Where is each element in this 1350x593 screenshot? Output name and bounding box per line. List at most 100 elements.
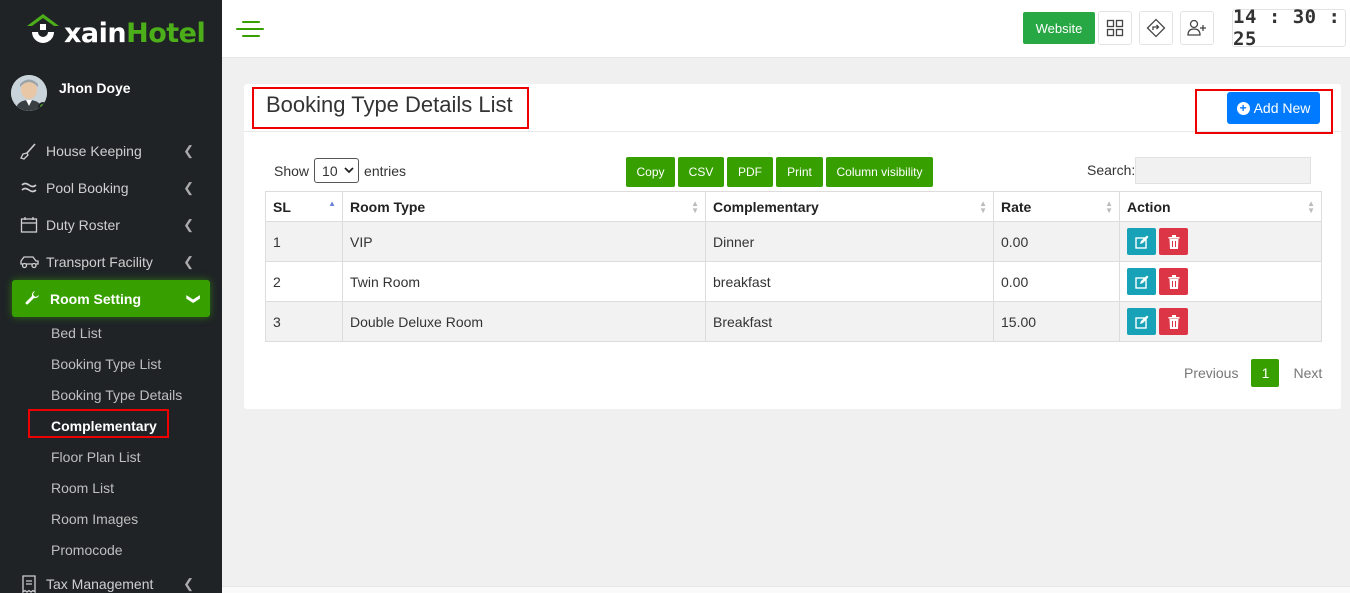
pdf-button[interactable]: PDF [727, 157, 773, 187]
sidebar-nav: House Keeping ❮ Pool Booking ❮ Duty Rost… [0, 132, 222, 593]
apps-grid-icon[interactable] [1098, 11, 1132, 45]
column-header-label: SL [273, 198, 291, 215]
sort-icon: ▲ ▼ [1105, 199, 1113, 215]
table-row: 1 VIP Dinner 0.00 [265, 221, 1322, 262]
room-setting-submenu: Bed List Booking Type List Booking Type … [0, 317, 222, 565]
cell-rate: 0.00 [993, 221, 1120, 262]
show-label: Show [274, 162, 310, 179]
submenu-item-booking-type-list[interactable]: Booking Type List [51, 348, 222, 379]
sort-icon: ▲ ▼ [691, 199, 699, 215]
highlight-box-title [252, 87, 529, 129]
sidebar-item-house-keeping[interactable]: House Keeping ❮ [0, 132, 222, 169]
cell-rate: 0.00 [993, 261, 1120, 302]
column-header-label: Room Type [350, 198, 426, 215]
edit-button[interactable] [1127, 308, 1156, 335]
chevron-down-icon: ❮ [184, 293, 200, 305]
calendar-icon [19, 215, 39, 235]
panel-header: Booking Type Details List + Add New [244, 84, 1341, 134]
submenu-item-room-list[interactable]: Room List [51, 472, 222, 503]
sort-asc-icon: ▲ [328, 199, 336, 208]
column-header-label: Rate [1001, 198, 1032, 215]
cell-rate: 15.00 [993, 301, 1120, 342]
column-visibility-button[interactable]: Column visibility [826, 157, 933, 187]
brand-logo[interactable]: xainHotel [24, 8, 206, 52]
chevron-left-icon: ❮ [183, 576, 194, 591]
clock-display: 14 : 30 : 25 [1232, 6, 1346, 50]
sort-icon: ▲ ▼ [979, 199, 987, 215]
cell-complementary: breakfast [705, 261, 994, 302]
delete-button[interactable] [1159, 268, 1188, 295]
user-profile[interactable]: Jhon Doye [11, 75, 131, 111]
entries-label: entries [364, 162, 407, 179]
submenu-item-promocode[interactable]: Promocode [51, 534, 222, 565]
submenu-item-booking-type-details[interactable]: Booking Type Details [51, 379, 222, 410]
search-input[interactable] [1135, 157, 1311, 184]
entries-select-value: 10 [322, 162, 338, 179]
submenu-item-bed-list[interactable]: Bed List [51, 317, 222, 348]
add-user-icon[interactable] [1180, 11, 1214, 45]
delete-button[interactable] [1159, 228, 1188, 255]
cell-room-type: Twin Room [342, 261, 706, 302]
topbar: Website 14 : 30 : 25 [222, 0, 1350, 58]
cell-action [1119, 301, 1322, 342]
copy-button[interactable]: Copy [626, 157, 675, 187]
submenu-item-room-images[interactable]: Room Images [51, 503, 222, 534]
cell-room-type: VIP [342, 221, 706, 262]
print-button[interactable]: Print [776, 157, 823, 187]
sidebar-item-label: Tax Management [46, 575, 154, 592]
column-header-action[interactable]: Action ▲ ▼ [1119, 191, 1322, 222]
edit-icon [1134, 315, 1148, 329]
sidebar-item-duty-roster[interactable]: Duty Roster ❮ [0, 206, 222, 243]
car-icon [19, 252, 39, 272]
search-label: Search: [1087, 162, 1136, 178]
chevron-left-icon: ❮ [183, 217, 194, 232]
column-header-rate[interactable]: Rate ▲ ▼ [993, 191, 1120, 222]
sidebar-item-label: House Keeping [46, 142, 142, 159]
menu-toggle-icon[interactable] [236, 20, 264, 38]
cell-room-type: Double Deluxe Room [342, 301, 706, 342]
user-name: Jhon Doye [59, 80, 131, 96]
sidebar-item-room-setting[interactable]: Room Setting ❮ [12, 280, 210, 317]
csv-button[interactable]: CSV [678, 157, 724, 187]
table-header-row: SL ▲ Room Type ▲ ▼ Complementary ▲ ▼ Rate ▲ ▼ A… [265, 191, 1322, 222]
booking-type-details-panel: Booking Type Details List + Add New Show… [244, 84, 1341, 409]
chevron-left-icon: ❮ [183, 180, 194, 195]
edit-button[interactable] [1127, 228, 1156, 255]
entries-select[interactable]: 10 [314, 158, 360, 183]
cell-action [1119, 221, 1322, 262]
sidebar-item-tax-management[interactable]: Tax Management ❮ [0, 565, 222, 593]
chevron-left-icon: ❮ [183, 254, 194, 269]
pagination-page-current[interactable]: 1 [1251, 359, 1280, 387]
cell-sl: 2 [265, 261, 343, 302]
submenu-item-floor-plan-list[interactable]: Floor Plan List [51, 441, 222, 472]
cell-sl: 3 [265, 301, 343, 342]
table-row: 2 Twin Room breakfast 0.00 [265, 261, 1322, 302]
edit-button[interactable] [1127, 268, 1156, 295]
booking-type-details-table: SL ▲ Room Type ▲ ▼ Complementary ▲ ▼ Rate ▲ ▼ A… [265, 191, 1322, 342]
cell-action [1119, 261, 1322, 302]
column-header-sl[interactable]: SL ▲ [265, 191, 343, 222]
sidebar-item-label: Duty Roster [46, 216, 120, 233]
brand-name: xainHotel [64, 17, 206, 49]
chevron-down-icon [344, 167, 354, 174]
directions-icon[interactable] [1139, 11, 1173, 45]
sidebar-item-label: Room Setting [50, 290, 141, 307]
cell-complementary: Dinner [705, 221, 994, 262]
sidebar-item-transport-facility[interactable]: Transport Facility ❮ [0, 243, 222, 280]
column-header-room-type[interactable]: Room Type ▲ ▼ [342, 191, 706, 222]
edit-icon [1134, 275, 1148, 289]
delete-button[interactable] [1159, 308, 1188, 335]
wrench-icon [23, 289, 43, 309]
broom-icon [19, 141, 39, 161]
trash-icon [1168, 234, 1179, 249]
pagination-next[interactable]: Next [1293, 365, 1322, 381]
sort-icon: ▲ ▼ [1307, 199, 1315, 215]
pagination-previous[interactable]: Previous [1184, 365, 1238, 381]
export-buttons: Copy CSV PDF Print Column visibility [626, 157, 936, 187]
website-button[interactable]: Website [1023, 12, 1095, 44]
column-header-label: Action [1127, 198, 1171, 215]
sidebar-item-pool-booking[interactable]: Pool Booking ❮ [0, 169, 222, 206]
column-header-complementary[interactable]: Complementary ▲ ▼ [705, 191, 994, 222]
edit-icon [1134, 235, 1148, 249]
chevron-left-icon: ❮ [183, 143, 194, 158]
